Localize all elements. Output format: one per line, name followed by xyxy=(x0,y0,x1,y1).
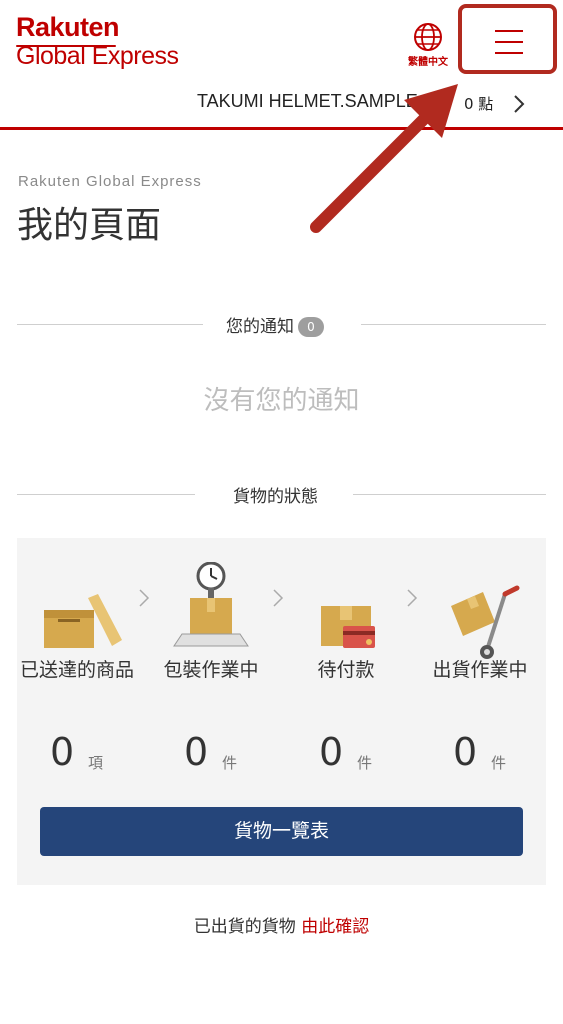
stage-label: 包裝作業中 xyxy=(163,659,259,681)
user-account-row[interactable]: TAKUMI HELMET.SAMPLE 0 點 xyxy=(0,88,563,120)
menu-icon-bar-middle xyxy=(495,41,523,43)
notifications-heading: 您的通知 0 xyxy=(17,312,546,337)
chevron-right-icon xyxy=(139,589,150,607)
stage-unit: 件 xyxy=(357,754,373,772)
page-subtitle: Rakuten Global Express xyxy=(18,173,202,190)
globe-icon xyxy=(414,23,442,51)
stage-unit: 項 xyxy=(88,754,104,772)
menu-icon-bar-top xyxy=(495,30,523,32)
logo-text-top: Rakuten xyxy=(16,12,120,42)
logo-underline xyxy=(16,45,116,47)
divider-line-right xyxy=(361,324,546,325)
stage-label: 待付款 xyxy=(317,659,375,681)
shipped-items-text: 已出貨的貨物 xyxy=(193,917,296,937)
box-open-icon xyxy=(44,594,122,648)
shipment-status-card: 已送達的商品 0 項 包裝作業中 0 件 待付款 0 件 出貨作業中 0 件 貨… xyxy=(17,538,546,885)
confirm-here-link[interactable]: 由此確認 xyxy=(301,917,369,937)
app-header: Rakuten Global Express 繁體中文 TAKUMI HELME… xyxy=(0,0,563,130)
notifications-title: 您的通知 xyxy=(226,317,294,337)
language-label: 繁體中文 xyxy=(408,57,448,68)
shipment-status-title: 貨物的狀態 xyxy=(233,487,318,507)
shipped-items-note: 已出貨的貨物 由此確認 xyxy=(0,912,563,937)
package-card-icon xyxy=(321,606,375,648)
notification-count-badge: 0 xyxy=(298,317,324,337)
chevron-right-icon xyxy=(407,589,418,607)
hamburger-menu-button[interactable] xyxy=(458,4,557,74)
stage-unit: 件 xyxy=(491,754,507,772)
menu-icon-bar-bottom xyxy=(495,52,523,54)
language-switcher[interactable]: 繁體中文 xyxy=(404,22,452,68)
stage-count: 0 xyxy=(319,730,344,774)
package-scale-icon xyxy=(173,562,249,647)
chevron-right-icon xyxy=(273,589,284,607)
stage-count: 0 xyxy=(50,730,75,774)
divider-line-right xyxy=(353,494,546,495)
empty-notifications-message: 沒有您的通知 xyxy=(203,386,360,416)
logo-text-bottom: Global Express xyxy=(16,42,179,70)
shipment-status-heading: 貨物的狀態 xyxy=(17,482,546,507)
stage-unit: 件 xyxy=(222,754,238,772)
stage-label: 已送達的商品 xyxy=(19,659,134,681)
stage-count: 0 xyxy=(184,730,209,774)
stage-count: 0 xyxy=(453,730,478,774)
chevron-right-icon xyxy=(514,95,525,113)
rakuten-global-express-logo[interactable]: Rakuten Global Express xyxy=(16,14,179,69)
notifications-heading-text: 您的通知 0 xyxy=(226,312,324,337)
stage-label: 出貨作業中 xyxy=(432,659,528,681)
divider-line-left xyxy=(17,494,195,495)
annotation-arrow-icon xyxy=(310,84,458,233)
hand-truck-icon xyxy=(451,585,520,659)
header-divider xyxy=(0,127,563,130)
page-title: 我的頁面 xyxy=(17,205,162,246)
shipment-list-button[interactable]: 貨物一覽表 xyxy=(40,807,523,856)
divider-line-left xyxy=(17,324,203,325)
